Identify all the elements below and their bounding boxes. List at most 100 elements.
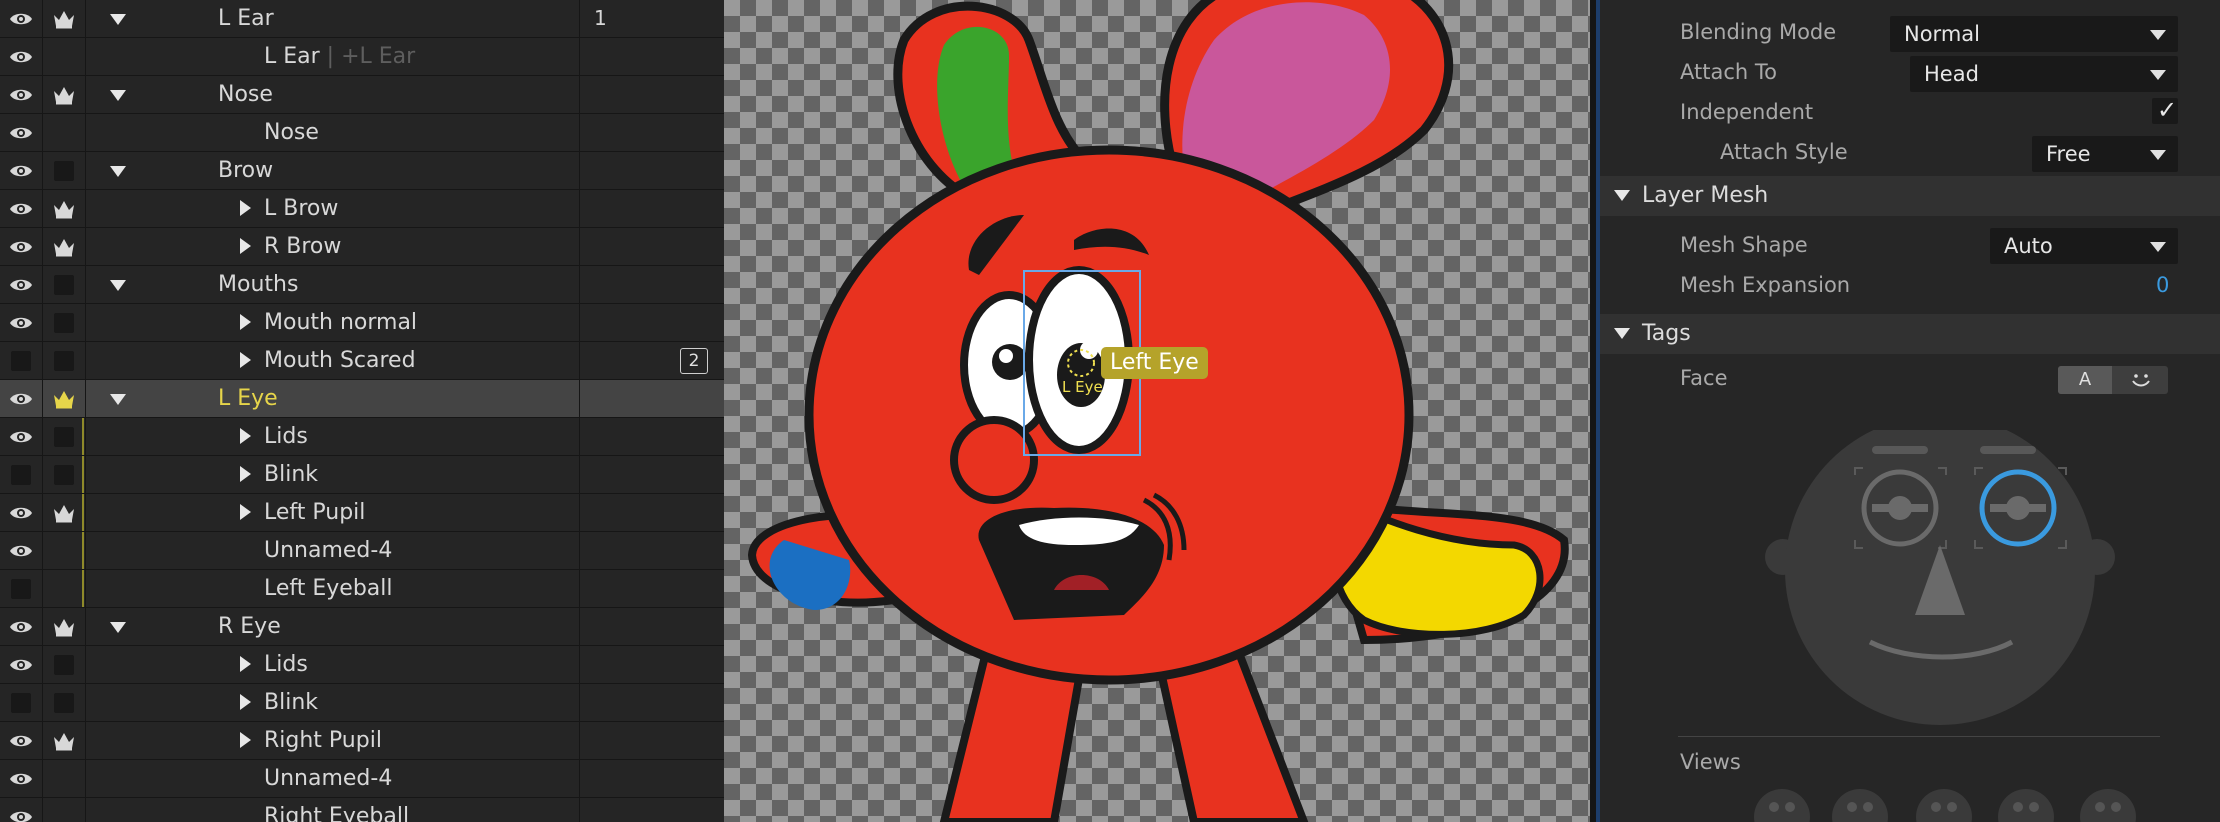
visibility-toggle[interactable] bbox=[0, 646, 43, 683]
expand-triangle-icon[interactable] bbox=[110, 166, 126, 177]
layer-row[interactable]: L Ear | +L Ear bbox=[0, 38, 724, 76]
expand-triangle-icon[interactable] bbox=[110, 394, 126, 405]
layer-name-cell[interactable]: Mouths bbox=[85, 266, 580, 303]
layer-row[interactable]: L Brow bbox=[0, 190, 724, 228]
layer-name-cell[interactable]: Blink bbox=[85, 684, 580, 721]
visibility-toggle[interactable] bbox=[0, 570, 43, 607]
independent-toggle[interactable] bbox=[42, 760, 86, 797]
independent-toggle[interactable] bbox=[42, 266, 86, 303]
expand-triangle-icon[interactable] bbox=[240, 504, 251, 520]
independent-toggle[interactable] bbox=[42, 76, 86, 113]
layer-name-cell[interactable]: Nose bbox=[85, 114, 580, 151]
independent-toggle[interactable] bbox=[42, 494, 86, 531]
expand-triangle-icon[interactable] bbox=[240, 732, 251, 748]
expand-triangle-icon[interactable] bbox=[240, 428, 251, 444]
layer-name-cell[interactable]: Left Pupil bbox=[85, 494, 580, 531]
layer-row[interactable]: R Eye bbox=[0, 608, 724, 646]
independent-toggle[interactable] bbox=[42, 380, 86, 417]
layer-row[interactable]: Right Pupil bbox=[0, 722, 724, 760]
independent-toggle[interactable] bbox=[42, 114, 86, 151]
visibility-toggle[interactable] bbox=[0, 608, 43, 645]
expand-triangle-icon[interactable] bbox=[240, 694, 251, 710]
section-tags[interactable]: Tags bbox=[1600, 314, 2220, 354]
expand-triangle-icon[interactable] bbox=[240, 200, 251, 216]
visibility-toggle[interactable] bbox=[0, 684, 43, 721]
independent-toggle[interactable] bbox=[42, 532, 86, 569]
layer-row[interactable]: Lids bbox=[0, 418, 724, 456]
independent-toggle[interactable] bbox=[42, 722, 86, 759]
layer-name-cell[interactable]: R Eye bbox=[85, 608, 580, 645]
expand-triangle-icon[interactable] bbox=[240, 656, 251, 672]
view-thumbnail-icons[interactable] bbox=[1748, 785, 2188, 822]
visibility-toggle[interactable] bbox=[0, 114, 43, 151]
visibility-toggle[interactable] bbox=[0, 722, 43, 759]
visibility-toggle[interactable] bbox=[0, 304, 43, 341]
layer-row[interactable]: L Eye bbox=[0, 380, 724, 418]
visibility-toggle[interactable] bbox=[0, 456, 43, 493]
independent-toggle[interactable] bbox=[42, 190, 86, 227]
layer-name-cell[interactable]: Unnamed-4 bbox=[85, 760, 580, 797]
layer-name-cell[interactable]: L Ear bbox=[85, 0, 580, 37]
layer-row[interactable]: Mouth normal bbox=[0, 304, 724, 342]
layer-name-cell[interactable]: Right Eyeball bbox=[85, 798, 580, 822]
visibility-toggle[interactable] bbox=[0, 760, 43, 797]
layer-row[interactable]: Left Eyeball bbox=[0, 570, 724, 608]
layer-row[interactable]: L Ear 1 bbox=[0, 0, 724, 38]
layer-row[interactable]: Mouth Scared 2 bbox=[0, 342, 724, 380]
face-mode-a-button[interactable]: A bbox=[2058, 366, 2112, 394]
independent-toggle[interactable] bbox=[42, 798, 86, 822]
expand-triangle-icon[interactable] bbox=[240, 238, 251, 254]
visibility-toggle[interactable] bbox=[0, 342, 43, 379]
visibility-toggle[interactable] bbox=[0, 798, 43, 822]
independent-checkbox[interactable]: ✓ bbox=[2152, 96, 2178, 124]
layer-name-cell[interactable]: Unnamed-4 bbox=[85, 532, 580, 569]
visibility-toggle[interactable] bbox=[0, 152, 43, 189]
layer-name-cell[interactable]: R Brow bbox=[85, 228, 580, 265]
independent-toggle[interactable] bbox=[42, 646, 86, 683]
independent-toggle[interactable] bbox=[42, 570, 86, 607]
layer-row[interactable]: Brow bbox=[0, 152, 724, 190]
layer-row[interactable]: Unnamed-4 bbox=[0, 532, 724, 570]
independent-toggle[interactable] bbox=[42, 684, 86, 721]
independent-toggle[interactable] bbox=[42, 152, 86, 189]
visibility-toggle[interactable] bbox=[0, 494, 43, 531]
visibility-toggle[interactable] bbox=[0, 190, 43, 227]
layer-name-cell[interactable]: Lids bbox=[85, 418, 580, 455]
layer-name-cell[interactable]: Blink bbox=[85, 456, 580, 493]
expand-triangle-icon[interactable] bbox=[240, 352, 251, 368]
visibility-toggle[interactable] bbox=[0, 418, 43, 455]
layer-name-cell[interactable]: L Ear | +L Ear bbox=[85, 38, 580, 75]
layer-name-cell[interactable]: Left Eyeball bbox=[85, 570, 580, 607]
layer-name-cell[interactable]: Brow bbox=[85, 152, 580, 189]
visibility-toggle[interactable] bbox=[0, 380, 43, 417]
layer-name-cell[interactable]: L Brow bbox=[85, 190, 580, 227]
section-layer-mesh[interactable]: Layer Mesh bbox=[1600, 176, 2220, 216]
independent-toggle[interactable] bbox=[42, 228, 86, 265]
layer-name-cell[interactable]: Lids bbox=[85, 646, 580, 683]
scene-canvas[interactable]: Left Eye L Eye bbox=[724, 0, 1590, 822]
mesh-expansion-value[interactable]: 0 bbox=[2156, 273, 2169, 297]
layer-name-cell[interactable]: Right Pupil bbox=[85, 722, 580, 759]
expand-triangle-icon[interactable] bbox=[110, 90, 126, 101]
independent-toggle[interactable] bbox=[42, 608, 86, 645]
expand-triangle-icon[interactable] bbox=[110, 622, 126, 633]
mesh-shape-dropdown[interactable]: Auto bbox=[1990, 228, 2178, 264]
expand-triangle-icon[interactable] bbox=[240, 314, 251, 330]
independent-toggle[interactable] bbox=[42, 456, 86, 493]
swap-set-badge[interactable]: 2 bbox=[680, 348, 708, 374]
independent-toggle[interactable] bbox=[42, 0, 86, 37]
blending-mode-dropdown[interactable]: Normal bbox=[1890, 16, 2178, 52]
independent-toggle[interactable] bbox=[42, 342, 86, 379]
layer-name-cell[interactable]: Nose bbox=[85, 76, 580, 113]
expand-triangle-icon[interactable] bbox=[240, 466, 251, 482]
layer-row[interactable]: Nose bbox=[0, 114, 724, 152]
attach-to-dropdown[interactable]: Head bbox=[1910, 56, 2178, 92]
visibility-toggle[interactable] bbox=[0, 266, 43, 303]
face-tag-diagram[interactable] bbox=[1760, 430, 2120, 730]
layer-row[interactable]: Nose bbox=[0, 76, 724, 114]
visibility-toggle[interactable] bbox=[0, 532, 43, 569]
handle-tag-left-eye[interactable]: Left Eye bbox=[1101, 347, 1208, 379]
face-mode-smiley-button[interactable] bbox=[2114, 366, 2168, 394]
independent-toggle[interactable] bbox=[42, 304, 86, 341]
layer-row[interactable]: Mouths bbox=[0, 266, 724, 304]
